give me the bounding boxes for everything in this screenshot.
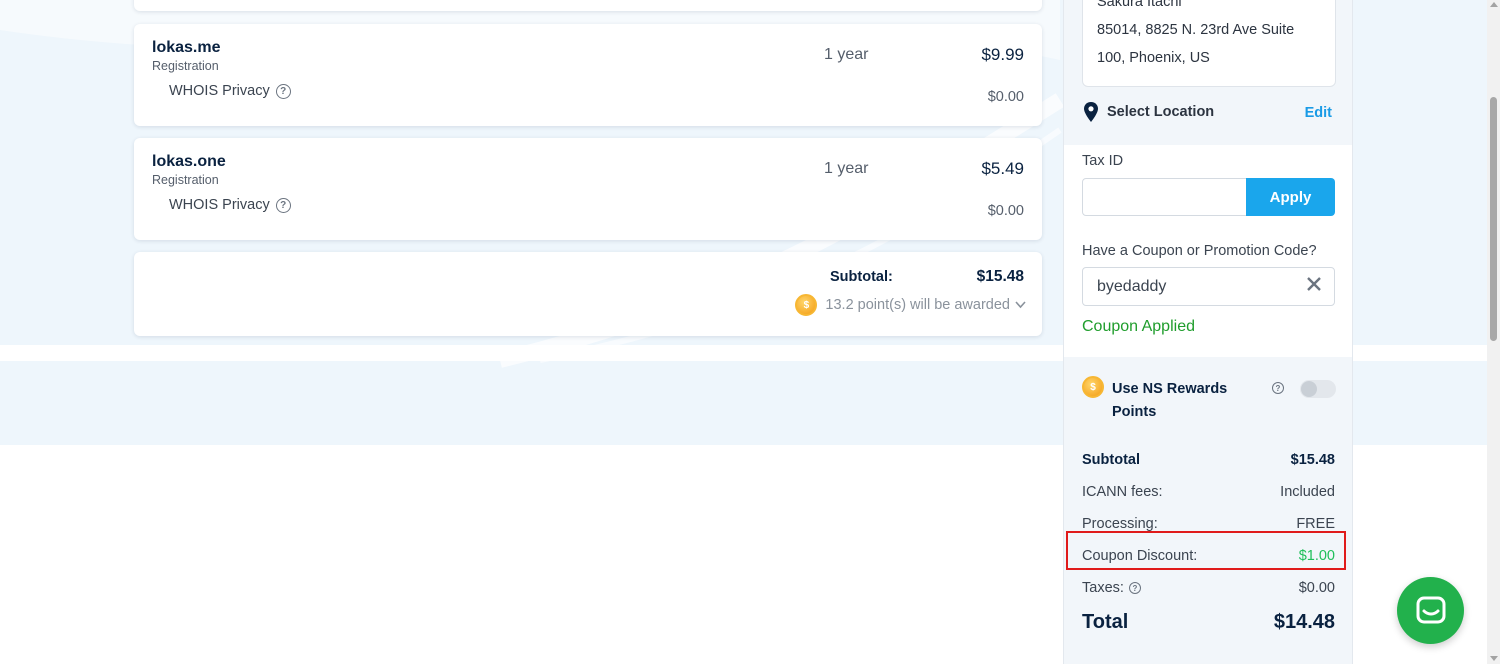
help-icon[interactable]: ? — [1272, 382, 1284, 394]
processing-row: Processing: FREE — [1082, 516, 1335, 532]
taxes-row: Taxes: ? $0.00 — [1082, 580, 1335, 596]
icann-fees-value: Included — [1280, 484, 1335, 500]
icann-fees-label: ICANN fees: — [1082, 484, 1163, 500]
cart-subtotal-card: Subtotal: $15.48 $ 13.2 point(s) will be… — [134, 252, 1042, 336]
taxes-label-group: Taxes: ? — [1082, 580, 1141, 596]
total-label: Total — [1082, 611, 1129, 633]
coupon-input[interactable]: byedaddy — [1082, 267, 1335, 306]
scroll-up-arrow[interactable] — [1490, 2, 1498, 7]
rewards-toggle[interactable] — [1300, 380, 1336, 398]
coupon-label: Have a Coupon or Promotion Code? — [1082, 243, 1317, 259]
summary-subtotal-row: Subtotal $15.48 — [1082, 452, 1335, 468]
term-selector[interactable]: 1 year — [824, 160, 868, 178]
billing-address: Sakura Itachi 85014, 8825 N. 23rd Ave Su… — [1082, 0, 1336, 87]
whois-privacy-label: WHOIS Privacy — [169, 83, 270, 99]
select-location-label: Select Location — [1107, 104, 1215, 120]
total-value: $14.48 — [1273, 611, 1335, 633]
subtotal-label: Subtotal: — [830, 269, 893, 285]
total-row: Total $14.48 — [1082, 611, 1335, 634]
cart-item: lokas.me Registration WHOIS Privacy ? 1 … — [134, 24, 1042, 126]
domain-name[interactable]: lokas.me — [152, 39, 220, 57]
previous-card-stub — [134, 0, 1042, 11]
term-selector[interactable]: 1 year — [824, 46, 868, 64]
map-pin-icon — [1084, 102, 1098, 122]
privacy-price: $0.00 — [987, 89, 1024, 105]
item-price: $5.49 — [981, 159, 1024, 178]
address-line: 100, Phoenix, US — [1097, 50, 1210, 66]
apply-tax-id-button[interactable]: Apply — [1246, 178, 1335, 216]
select-location[interactable]: Select Location — [1083, 101, 1214, 123]
tax-id-label: Tax ID — [1082, 153, 1124, 169]
reward-coin-icon: $ — [1082, 376, 1104, 398]
help-icon[interactable]: ? — [275, 83, 291, 99]
summary-subtotal-value: $15.48 — [1290, 452, 1335, 468]
taxes-label: Taxes: — [1082, 580, 1124, 596]
domain-name[interactable]: lokas.one — [152, 153, 226, 171]
edit-address-link[interactable]: Edit — [1305, 105, 1332, 121]
help-icon[interactable]: ? — [275, 197, 291, 213]
chat-button[interactable] — [1397, 577, 1464, 644]
page-scrollbar[interactable] — [1487, 0, 1500, 664]
coupon-discount-highlight — [1066, 531, 1346, 570]
close-icon[interactable] — [1306, 276, 1322, 292]
processing-value: FREE — [1296, 516, 1335, 532]
taxes-value: $0.00 — [1298, 580, 1335, 596]
coupon-value: byedaddy — [1097, 277, 1167, 295]
chat-icon — [1416, 596, 1445, 623]
address-line: 85014, 8825 N. 23rd Ave Suite — [1097, 22, 1295, 38]
coupon-applied-status: Coupon Applied — [1082, 318, 1195, 335]
reward-coin-icon: $ — [795, 294, 818, 316]
address-line: Sakura Itachi — [1097, 0, 1182, 10]
help-icon[interactable]: ? — [1128, 582, 1141, 594]
summary-subtotal-label: Subtotal — [1082, 452, 1140, 468]
icann-fees-row: ICANN fees: Included — [1082, 484, 1335, 500]
points-awarded-toggle[interactable]: $ 13.2 point(s) will be awarded — [795, 294, 1026, 316]
whois-privacy-label: WHOIS Privacy — [169, 197, 270, 213]
toggle-knob — [1301, 381, 1317, 397]
rewards-label: Use NS Rewards Points — [1112, 381, 1228, 420]
item-price: $9.99 — [981, 45, 1024, 64]
item-type: Registration — [152, 173, 219, 187]
points-awarded-text: 13.2 point(s) will be awarded — [825, 297, 1010, 313]
item-type: Registration — [152, 59, 219, 73]
processing-label: Processing: — [1082, 516, 1158, 532]
privacy-price: $0.00 — [987, 203, 1024, 219]
cart-item: lokas.one Registration WHOIS Privacy ? 1… — [134, 138, 1042, 240]
whois-privacy: WHOIS Privacy ? — [169, 83, 291, 99]
scroll-down-arrow[interactable] — [1490, 656, 1498, 661]
chevron-down-icon — [1015, 301, 1026, 309]
scrollbar-thumb[interactable] — [1490, 97, 1497, 341]
whois-privacy: WHOIS Privacy ? — [169, 197, 291, 213]
subtotal-value: $15.48 — [976, 268, 1024, 285]
tax-id-input[interactable] — [1082, 178, 1248, 216]
